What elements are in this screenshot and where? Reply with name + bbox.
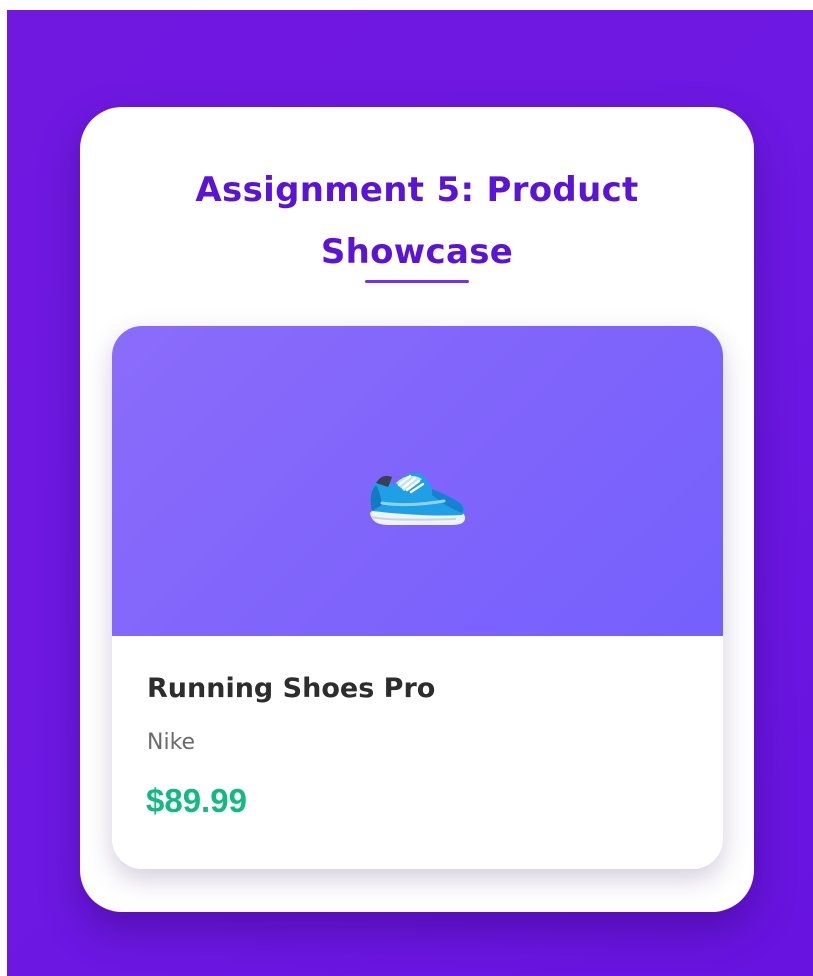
page-title: Assignment 5: Product Showcase — [195, 170, 639, 272]
product-details: Running Shoes Pro Nike $89.99 — [112, 636, 723, 869]
product-price: $89.99 — [146, 782, 247, 819]
running-shoe-icon — [370, 472, 466, 525]
title-underline — [365, 280, 469, 283]
product-brand: Nike — [147, 730, 196, 755]
product-card[interactable]: Running Shoes Pro Nike $89.99 — [112, 326, 723, 869]
product-name: Running Shoes Pro — [147, 673, 436, 704]
showcase-panel: Assignment 5: Product Showcase Running S… — [80, 107, 754, 912]
page-background: Assignment 5: Product Showcase Running S… — [7, 10, 813, 976]
product-image — [112, 326, 723, 636]
